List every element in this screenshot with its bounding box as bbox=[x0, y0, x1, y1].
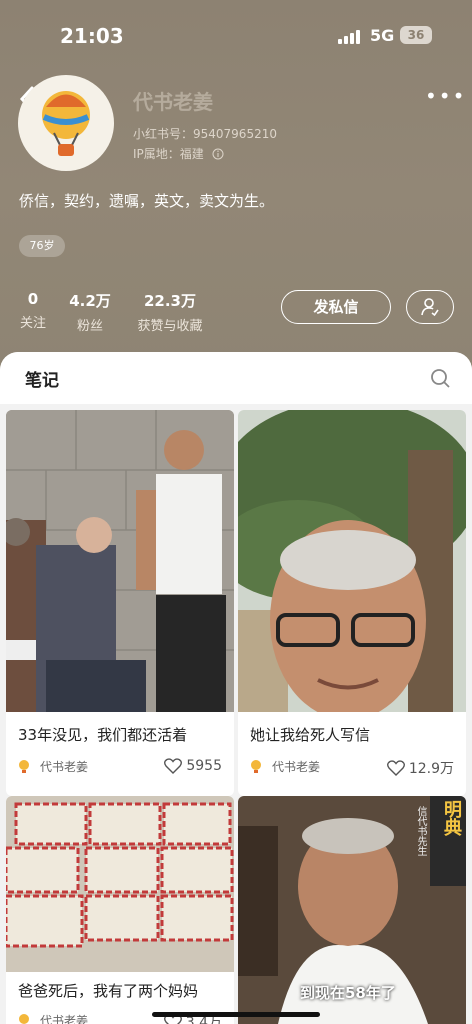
note-likes-count: 12.9万 bbox=[408, 761, 454, 777]
video-sidebar-small: 信代书先生 bbox=[415, 806, 426, 856]
info-icon[interactable] bbox=[212, 148, 224, 160]
note-author-name: 代书老姜 bbox=[40, 760, 89, 774]
message-button[interactable]: 发私信 bbox=[281, 290, 391, 324]
tab-notes[interactable]: 笔记 bbox=[25, 366, 59, 391]
video-sidebar-title: 明典 bbox=[441, 800, 462, 836]
note-author[interactable]: 代书老姜 bbox=[18, 758, 88, 775]
stat-label: 粉丝 bbox=[76, 319, 103, 334]
heart-icon bbox=[386, 760, 405, 776]
more-icon[interactable]: ••• bbox=[425, 86, 466, 106]
note-card[interactable]: 33年没见，我们都还活着 代书老姜 5955 bbox=[6, 410, 234, 796]
heart-icon bbox=[164, 758, 183, 774]
stat-label: 关注 bbox=[19, 316, 46, 331]
note-author-name: 代书老姜 bbox=[272, 760, 321, 774]
stat-likes[interactable]: 22.3万 获赞与收藏 bbox=[130, 290, 210, 334]
note-title: 爸爸死后，我有了两个妈妈 bbox=[18, 982, 199, 1000]
note-card[interactable]: 明典 信代书先生 到现在58年了 bbox=[238, 796, 466, 1024]
ip-location: IP属地：福建 bbox=[133, 147, 204, 161]
note-title: 33年没见，我们都还活着 bbox=[18, 726, 188, 744]
stat-value: 4.2万 bbox=[69, 292, 111, 310]
balloon-icon bbox=[19, 759, 29, 773]
signal-icon bbox=[338, 30, 360, 44]
note-author-name: 代书老姜 bbox=[40, 1014, 89, 1024]
stat-followers[interactable]: 4.2万 粉丝 bbox=[64, 290, 116, 334]
follow-button[interactable] bbox=[406, 290, 454, 324]
note-likes[interactable]: 5955 bbox=[164, 758, 222, 774]
status-time: 21:03 bbox=[60, 24, 124, 48]
note-card[interactable]: 她让我给死人写信 代书老姜 12.9万 bbox=[238, 410, 466, 796]
stat-value: 22.3万 bbox=[143, 292, 196, 310]
balloon-icon bbox=[251, 759, 261, 773]
balloon-icon bbox=[42, 91, 90, 156]
note-card[interactable]: 爸爸死后，我有了两个妈妈 代书老姜 3.4万 bbox=[6, 796, 234, 1024]
note-likes[interactable]: 12.9万 bbox=[386, 758, 454, 778]
note-cover-image: 明典 信代书先生 到现在58年了 bbox=[238, 796, 466, 1024]
stat-value: 0 bbox=[27, 290, 39, 308]
bio: 侨信，契约，遗嘱，英文，卖文为生。 bbox=[19, 192, 275, 210]
note-author[interactable]: 代书老姜 bbox=[18, 1012, 88, 1024]
battery-icon: 36 bbox=[400, 26, 432, 44]
note-cover-image bbox=[238, 410, 466, 712]
profile-header: 21:03 5G 36 ••• 代书老姜 小红书号：95407965210 IP… bbox=[0, 0, 472, 380]
note-author[interactable]: 代书老姜 bbox=[250, 758, 320, 775]
stat-label: 获赞与收藏 bbox=[137, 319, 203, 334]
stat-following[interactable]: 0 关注 bbox=[18, 290, 48, 331]
notes-header: 笔记 bbox=[0, 352, 472, 404]
user-check-icon bbox=[421, 298, 439, 317]
nickname: 代书老姜 bbox=[133, 90, 213, 114]
video-caption: 到现在58年了 bbox=[300, 984, 396, 1002]
note-likes-count: 5955 bbox=[186, 758, 222, 774]
avatar[interactable] bbox=[18, 75, 114, 171]
ip-location-row: IP属地：福建 bbox=[133, 145, 224, 162]
note-cover-image bbox=[6, 796, 234, 972]
note-title: 她让我给死人写信 bbox=[250, 726, 371, 744]
network-label: 5G bbox=[370, 26, 395, 45]
home-indicator[interactable] bbox=[152, 1012, 320, 1017]
age-tag: 76岁 bbox=[19, 235, 65, 257]
status-bar: 21:03 5G 36 bbox=[0, 20, 472, 50]
search-icon[interactable] bbox=[430, 368, 452, 390]
balloon-icon bbox=[19, 1013, 29, 1024]
redbook-id: 小红书号：95407965210 bbox=[133, 127, 277, 141]
note-cover-image bbox=[6, 410, 234, 712]
